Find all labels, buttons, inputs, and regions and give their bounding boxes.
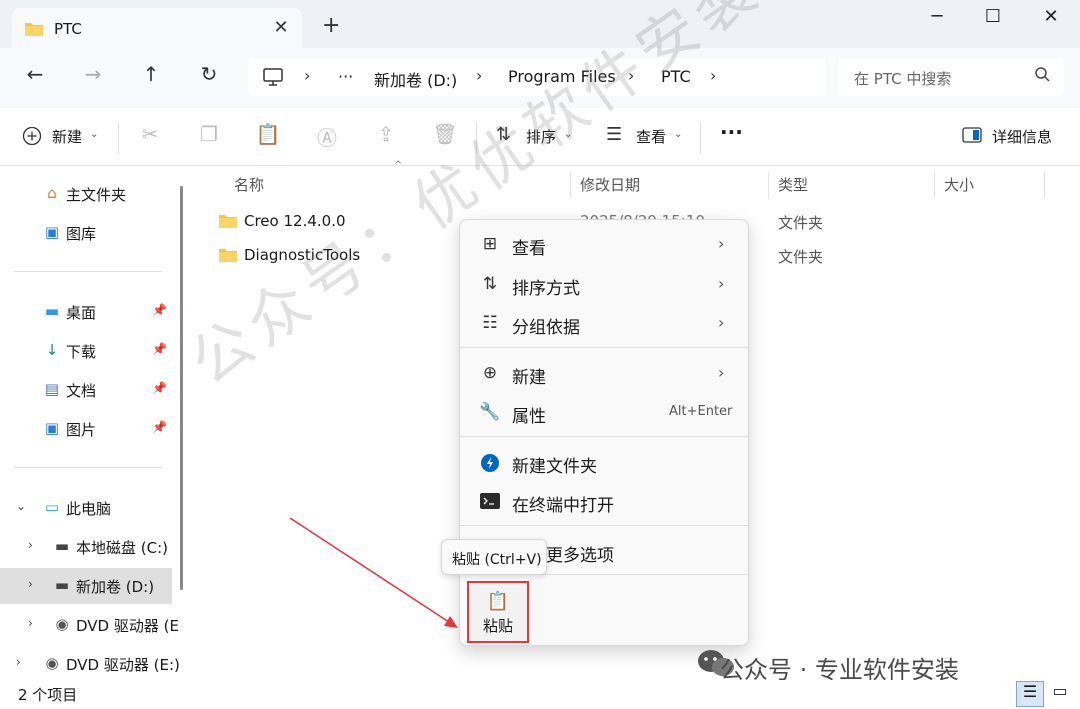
status-bar: 2 个项目 ☰ ▭: [0, 680, 1080, 709]
item-count: 2 个项目: [18, 686, 78, 704]
details-view-icon[interactable]: ☰: [1016, 681, 1044, 707]
annotation-arrow: [289, 517, 458, 628]
large-icons-view-icon[interactable]: ▭: [1046, 681, 1074, 707]
